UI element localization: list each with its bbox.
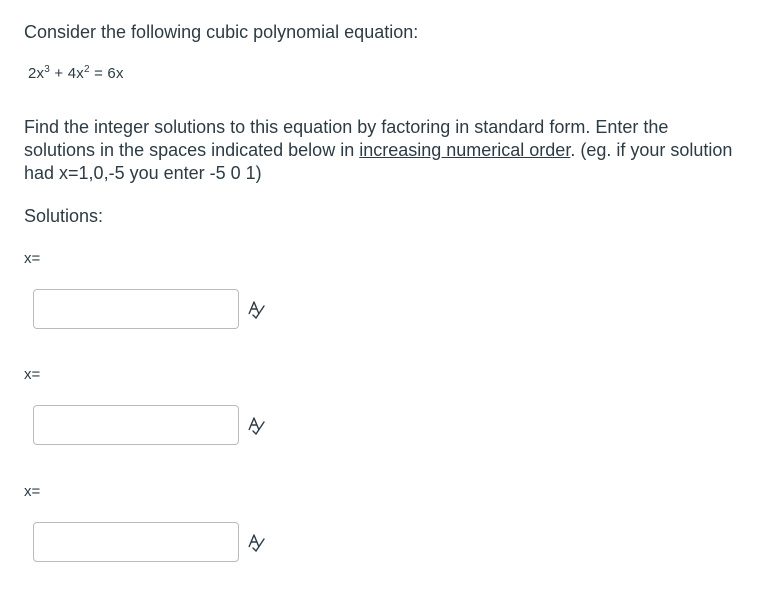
answer-label: x=: [24, 483, 41, 500]
answer-input-2[interactable]: [33, 405, 239, 445]
equation-preview-icon[interactable]: [246, 415, 266, 435]
answer-label: x=: [24, 366, 41, 383]
answer-input-1[interactable]: [33, 289, 239, 329]
equation-term: = 6x: [89, 65, 124, 82]
equation-term: 2x: [28, 65, 45, 82]
question-intro: Consider the following cubic polynomial …: [24, 22, 419, 42]
answer-label: x=: [24, 250, 41, 267]
solutions-label: Solutions:: [24, 206, 104, 226]
prompt-emphasis: increasing numerical order: [359, 140, 571, 160]
equation: 2x3 + 4x2 = 6x: [28, 64, 124, 82]
answer-input-3[interactable]: [33, 522, 239, 562]
question-prompt: Find the integer solutions to this equat…: [24, 116, 744, 185]
equation-preview-icon[interactable]: [246, 532, 266, 552]
equation-term: + 4x: [50, 65, 84, 82]
equation-preview-icon[interactable]: [246, 299, 266, 319]
